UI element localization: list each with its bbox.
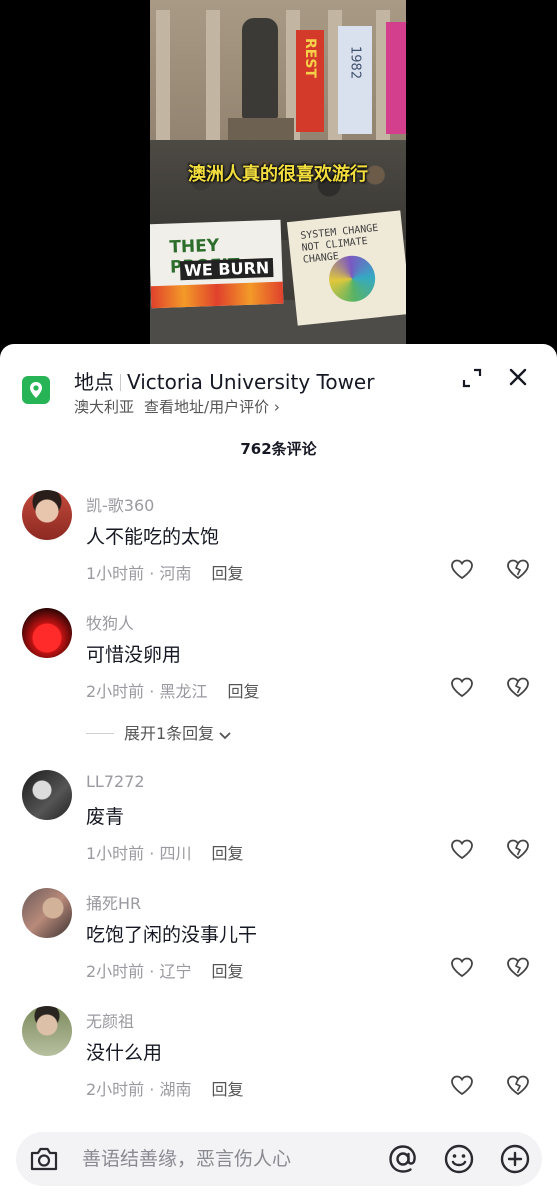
comment-item[interactable]: LL7272 废青 1小时前 · 四川 回复 xyxy=(0,770,557,880)
protest-sign-right: SYSTEM CHANGE NOT CLIMATE CHANGE xyxy=(286,210,406,326)
location-label: 地点 xyxy=(74,370,114,394)
comment-meta: 1小时前 · 河南 回复 xyxy=(86,564,244,583)
dislike-icon[interactable] xyxy=(506,1074,530,1096)
video-frame[interactable]: REST 1982 THEY PROFIT WE BURN SYSTEM CHA… xyxy=(150,0,406,350)
expand-replies-button[interactable]: 展开1条回复 xyxy=(86,720,232,743)
avatar[interactable] xyxy=(22,608,72,658)
comment-item[interactable]: 牧狗人 可惜没卵用 2小时前 · 黑龙江 回复 xyxy=(0,608,557,718)
expand-icon[interactable] xyxy=(460,366,484,390)
dislike-icon[interactable] xyxy=(506,956,530,978)
comment-username[interactable]: 牧狗人 xyxy=(86,610,134,634)
statue xyxy=(242,18,278,118)
dislike-icon[interactable] xyxy=(506,558,530,580)
comment-item[interactable]: 凯-歌360 人不能吃的太饱 1小时前 · 河南 回复 xyxy=(0,490,557,600)
comment-item[interactable]: 无颜祖 没什么用 2小时前 · 湖南 回复 xyxy=(0,1006,557,1116)
comment-meta: 2小时前 · 黑龙江 回复 xyxy=(86,682,260,701)
banner-red: REST xyxy=(296,30,324,132)
emoji-icon[interactable] xyxy=(442,1142,476,1176)
dislike-icon[interactable] xyxy=(506,838,530,860)
comment-text: 废青 xyxy=(86,806,125,828)
location-row[interactable]: 地点 Victoria University Tower 澳大利亚 查看地址/用户评… xyxy=(0,360,557,424)
comment-item[interactable]: 捅死HR 吃饱了闲的没事儿干 2小时前 · 辽宁 回复 xyxy=(0,888,557,998)
heart-icon[interactable] xyxy=(450,956,474,978)
add-icon[interactable] xyxy=(498,1142,532,1176)
location-detail-link[interactable]: 查看地址/用户评价 › xyxy=(144,398,280,416)
location-name: Victoria University Tower xyxy=(127,370,375,394)
avatar[interactable] xyxy=(22,770,72,820)
reply-button[interactable]: 回复 xyxy=(211,564,243,583)
at-mention-icon[interactable] xyxy=(386,1142,420,1176)
comment-text: 可惜没卵用 xyxy=(86,644,182,666)
comment-text: 人不能吃的太饱 xyxy=(86,526,220,548)
location-pin-icon xyxy=(22,376,50,404)
comment-count: 762条评论 xyxy=(240,440,317,458)
avatar[interactable] xyxy=(22,490,72,540)
comment-input-bar xyxy=(16,1132,542,1186)
reply-button[interactable]: 回复 xyxy=(227,682,259,701)
heart-icon[interactable] xyxy=(450,1074,474,1096)
camera-icon[interactable] xyxy=(28,1144,60,1174)
dislike-icon[interactable] xyxy=(506,676,530,698)
comment-panel: 地点 Victoria University Tower 澳大利亚 查看地址/用户评… xyxy=(0,344,557,1200)
avatar[interactable] xyxy=(22,1006,72,1056)
comment-text: 吃饱了闲的没事儿干 xyxy=(86,924,258,946)
comment-username[interactable]: LL7272 xyxy=(86,772,145,791)
heart-icon[interactable] xyxy=(450,838,474,860)
heart-icon[interactable] xyxy=(450,558,474,580)
comment-username[interactable]: 凯-歌360 xyxy=(86,492,154,516)
comment-meta: 2小时前 · 湖南 回复 xyxy=(86,1080,244,1099)
reply-button[interactable]: 回复 xyxy=(211,962,243,981)
reply-button[interactable]: 回复 xyxy=(211,1080,243,1099)
comment-text: 没什么用 xyxy=(86,1042,163,1064)
comment-username[interactable]: 捅死HR xyxy=(86,890,141,914)
banner-blue: 1982 xyxy=(338,26,372,134)
banner-pink xyxy=(386,22,406,134)
avatar[interactable] xyxy=(22,888,72,938)
reply-button[interactable]: 回复 xyxy=(211,844,243,863)
comment-input[interactable] xyxy=(82,1142,362,1176)
location-subtitle: 澳大利亚 查看地址/用户评价 › xyxy=(74,396,280,417)
comment-username[interactable]: 无颜祖 xyxy=(86,1008,134,1032)
heart-icon[interactable] xyxy=(450,676,474,698)
comment-meta: 1小时前 · 四川 回复 xyxy=(86,844,244,863)
video-player[interactable]: REST 1982 THEY PROFIT WE BURN SYSTEM CHA… xyxy=(0,0,557,360)
close-icon[interactable] xyxy=(505,364,531,390)
chevron-right-icon: › xyxy=(273,398,280,416)
chevron-down-icon xyxy=(219,732,231,740)
comment-meta: 2小时前 · 辽宁 回复 xyxy=(86,962,244,981)
location-title: 地点 Victoria University Tower xyxy=(74,366,374,395)
video-caption: 澳洲人真的很喜欢游行 xyxy=(188,164,368,185)
protest-sign-left: THEY PROFIT WE BURN xyxy=(150,219,284,309)
location-region: 澳大利亚 xyxy=(74,398,135,416)
